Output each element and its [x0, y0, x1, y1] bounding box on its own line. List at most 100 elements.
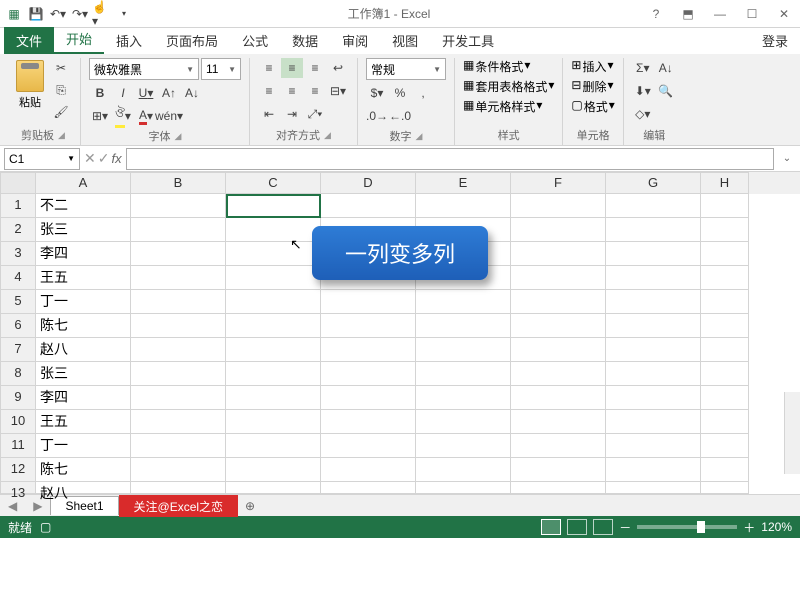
cell[interactable]: 陈七 [36, 458, 131, 482]
cell[interactable] [511, 194, 606, 218]
zoom-slider[interactable] [637, 525, 737, 529]
font-color-icon[interactable]: A▾ [135, 106, 157, 126]
cell[interactable] [131, 410, 226, 434]
cell[interactable] [511, 458, 606, 482]
cell[interactable] [131, 218, 226, 242]
cell[interactable] [701, 266, 749, 290]
cell[interactable]: 王五 [36, 410, 131, 434]
grow-font-icon[interactable]: A↑ [158, 83, 180, 103]
column-header[interactable]: E [416, 172, 511, 194]
cell[interactable] [226, 362, 321, 386]
cell[interactable] [131, 266, 226, 290]
find-icon[interactable]: 🔍 [655, 81, 677, 101]
column-header[interactable]: D [321, 172, 416, 194]
cell-styles-button[interactable]: ▦ 单元格样式▾ [463, 98, 542, 115]
cell[interactable] [226, 194, 321, 218]
cell[interactable] [606, 194, 701, 218]
tab-data[interactable]: 数据 [280, 27, 330, 54]
cell[interactable] [701, 458, 749, 482]
cell[interactable] [131, 338, 226, 362]
login-link[interactable]: 登录 [750, 27, 800, 54]
border-icon[interactable]: ⊞▾ [89, 106, 111, 126]
cell[interactable] [606, 386, 701, 410]
delete-cells-button[interactable]: ⊟删除 ▾ [571, 78, 613, 95]
cell[interactable] [701, 434, 749, 458]
cell[interactable] [131, 386, 226, 410]
touch-icon[interactable]: ☝▾ [92, 4, 112, 24]
cell[interactable] [416, 458, 511, 482]
minimize-icon[interactable]: — [708, 7, 732, 21]
sheet-nav-prev-icon[interactable]: ◀ [0, 499, 25, 513]
cell[interactable] [321, 290, 416, 314]
enter-formula-icon[interactable]: ✓ [98, 150, 110, 167]
qat-customize-icon[interactable]: ▾ [114, 4, 134, 24]
help-icon[interactable]: ? [644, 7, 668, 21]
cell[interactable] [511, 242, 606, 266]
column-header[interactable]: F [511, 172, 606, 194]
cell[interactable] [606, 458, 701, 482]
cell[interactable] [511, 386, 606, 410]
cell[interactable] [321, 458, 416, 482]
align-right-icon[interactable]: ≡ [304, 81, 326, 101]
row-header[interactable]: 10 [0, 410, 36, 434]
zoom-in-button[interactable]: ＋ [743, 519, 755, 536]
cell[interactable] [131, 290, 226, 314]
cell[interactable] [416, 434, 511, 458]
align-top-icon[interactable]: ≡ [258, 58, 280, 78]
decrease-decimal-icon[interactable]: ←.0 [389, 106, 411, 126]
undo-icon[interactable]: ↶▾ [48, 4, 68, 24]
cell[interactable] [226, 338, 321, 362]
merge-icon[interactable]: ⊟▾ [327, 81, 349, 101]
clipboard-dialog-icon[interactable]: ◢ [58, 130, 65, 141]
column-header[interactable]: H [701, 172, 749, 194]
cell[interactable] [416, 290, 511, 314]
cell[interactable] [321, 434, 416, 458]
cell[interactable] [511, 338, 606, 362]
tab-insert[interactable]: 插入 [104, 27, 154, 54]
cell[interactable] [511, 434, 606, 458]
cell[interactable] [606, 314, 701, 338]
cell[interactable]: 李四 [36, 386, 131, 410]
cell[interactable] [226, 218, 321, 242]
cell[interactable]: 李四 [36, 242, 131, 266]
cell[interactable] [226, 266, 321, 290]
cell[interactable] [511, 290, 606, 314]
cell[interactable] [321, 314, 416, 338]
cell[interactable] [321, 410, 416, 434]
cell[interactable] [321, 338, 416, 362]
italic-button[interactable]: I [112, 83, 134, 103]
cell[interactable] [416, 410, 511, 434]
macro-record-icon[interactable]: ▢ [40, 520, 51, 534]
cell[interactable] [701, 338, 749, 362]
redo-icon[interactable]: ↷▾ [70, 4, 90, 24]
maximize-icon[interactable]: ☐ [740, 7, 764, 21]
cell[interactable] [131, 362, 226, 386]
cell[interactable]: 丁一 [36, 434, 131, 458]
column-header[interactable]: C [226, 172, 321, 194]
cell[interactable] [701, 410, 749, 434]
cell[interactable] [131, 458, 226, 482]
cell[interactable] [701, 386, 749, 410]
cell[interactable] [226, 410, 321, 434]
cell[interactable]: 不二 [36, 194, 131, 218]
expand-formula-icon[interactable]: ⌄ [778, 153, 796, 164]
cell[interactable] [606, 482, 701, 494]
save-icon[interactable]: 💾 [26, 4, 46, 24]
cell[interactable] [606, 410, 701, 434]
row-header[interactable]: 11 [0, 434, 36, 458]
cell[interactable] [226, 290, 321, 314]
cell[interactable] [606, 266, 701, 290]
cell[interactable] [416, 482, 511, 494]
format-cells-button[interactable]: ▢格式 ▾ [571, 98, 614, 115]
format-painter-icon[interactable]: 🖌 [50, 102, 72, 122]
cell[interactable] [511, 362, 606, 386]
page-break-view-icon[interactable] [593, 519, 613, 535]
tab-view[interactable]: 视图 [380, 27, 430, 54]
fill-color-icon[interactable]: ঔ▾ [112, 106, 134, 126]
cell[interactable] [701, 194, 749, 218]
cell[interactable] [416, 314, 511, 338]
percent-icon[interactable]: % [389, 83, 411, 103]
align-bottom-icon[interactable]: ≡ [304, 58, 326, 78]
cell[interactable] [701, 482, 749, 494]
cell[interactable] [131, 482, 226, 494]
